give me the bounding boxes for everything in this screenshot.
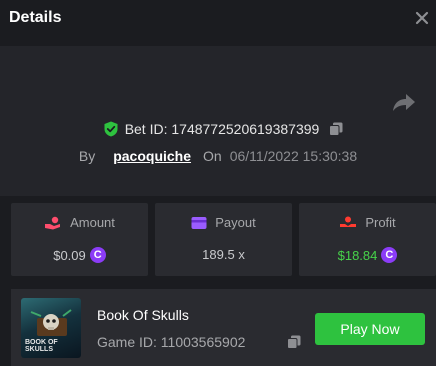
username-link[interactable]: pacoquiche <box>113 148 191 164</box>
card-icon <box>191 216 207 229</box>
bet-datetime: 06/11/2022 15:30:38 <box>229 148 358 164</box>
share-icon[interactable] <box>392 92 416 112</box>
game-id: Game ID: 11003565902 <box>97 334 246 350</box>
by-label: By <box>78 148 96 164</box>
payout-label: Payout <box>215 215 256 230</box>
stat-payout: Payout 189.5 x <box>155 203 292 276</box>
bet-id-line: Bet ID: 1748772520619387399 <box>0 121 436 137</box>
thumbnail-title: BOOK OF SKULLS <box>25 339 58 353</box>
amount-value: $0.09 <box>53 247 86 263</box>
on-label: On <box>203 148 222 164</box>
stat-amount: Amount $0.09 C <box>11 203 148 276</box>
play-now-button[interactable]: Play Now <box>315 313 425 345</box>
coin-icon: C <box>381 247 398 263</box>
shield-check-icon <box>104 121 118 137</box>
game-name: Book Of Skulls <box>97 307 189 323</box>
stat-profit: Profit $18.84 C <box>299 203 436 276</box>
hand-coin-icon <box>45 216 61 229</box>
bet-meta-line: By pacoquiche On 06/11/2022 15:30:38 <box>0 148 436 164</box>
bet-id: Bet ID: 1748772520619387399 <box>124 121 320 137</box>
profit-label: Profit <box>365 215 396 230</box>
game-card: BOOK OF SKULLS Book Of Skulls Game ID: 11… <box>11 289 436 366</box>
profit-icon <box>340 216 357 227</box>
game-thumbnail[interactable]: BOOK OF SKULLS <box>21 298 81 358</box>
payout-value: 189.5 x <box>202 247 245 262</box>
copy-icon[interactable] <box>287 335 301 349</box>
coin-icon: C <box>89 247 106 263</box>
copy-icon[interactable] <box>329 122 343 136</box>
profit-value: $18.84 <box>337 247 378 263</box>
amount-label: Amount <box>70 215 115 230</box>
header: Details <box>0 0 436 46</box>
page-title: Details <box>9 9 62 26</box>
close-icon[interactable] <box>414 10 430 26</box>
